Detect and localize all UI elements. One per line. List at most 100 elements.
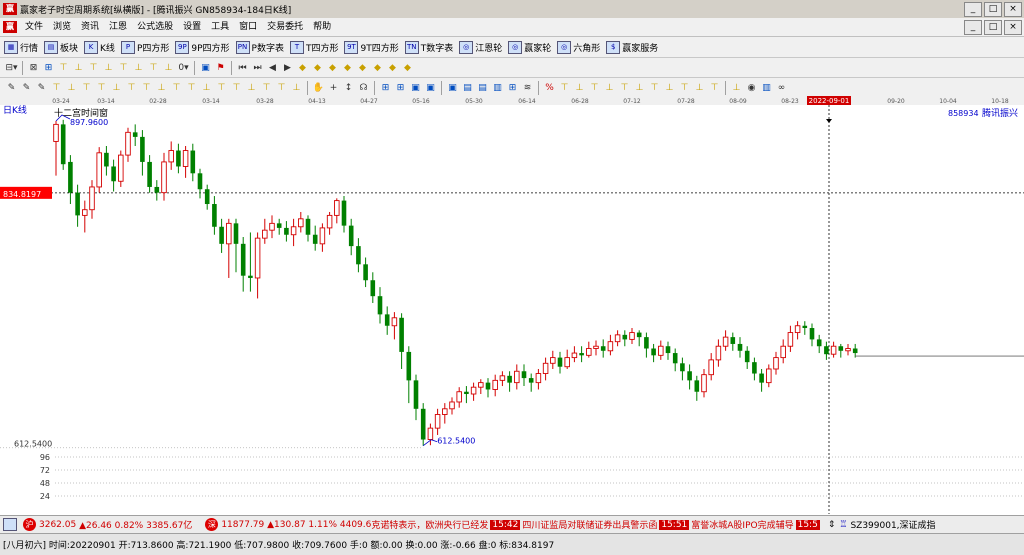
toolbar3-tool-6-icon[interactable]: ⊤ (95, 81, 108, 94)
toolbar3-tool-34-icon[interactable]: % (543, 81, 556, 94)
toolbar3-tool-40-icon[interactable]: ⊥ (633, 81, 646, 94)
ticker-right-code[interactable]: SZ399001,深证成指 (850, 518, 935, 531)
toolbar-button-12[interactable]: $ 赢家服务 (606, 40, 658, 54)
toolbar2-tool-8-icon[interactable]: ⊥ (132, 61, 145, 74)
toolbar3-tool-24-icon[interactable]: ⊞ (379, 81, 392, 94)
toolbar3-tool-37-icon[interactable]: ⊤ (588, 81, 601, 94)
toolbar3-tool-33-icon[interactable]: ≋ (521, 81, 534, 94)
toolbar2-tool-14-icon[interactable]: ⏮ (236, 61, 249, 74)
toolbar3-tool-28-icon[interactable]: ▣ (446, 81, 459, 94)
toolbar2-tool-11-icon[interactable]: 0▾ (177, 61, 190, 74)
toolbar2-tool-9-icon[interactable]: ⊤ (147, 61, 160, 74)
toolbar3-tool-7-icon[interactable]: ⊥ (110, 81, 123, 94)
toolbar-button-0[interactable]: ▦ 行情 (4, 40, 38, 54)
toolbar3-tool-4-icon[interactable]: ⊥ (65, 81, 78, 94)
toolbar2-tool-19-icon[interactable]: ◆ (311, 61, 324, 74)
maximize-button[interactable]: □ (984, 2, 1002, 17)
toolbar-button-9[interactable]: ◎ 江恩轮 (459, 40, 502, 54)
toolbar3-tool-20-icon[interactable]: ✋ (312, 81, 325, 94)
kline-chart-area[interactable]: 96 72 48 24 834.8197 897.9600 612.5400 612.5400… (0, 104, 1024, 514)
toolbar-button-5[interactable]: PN P数字表 (235, 40, 284, 54)
toolbar2-tool-0-icon[interactable]: ⊟▾ (5, 61, 18, 74)
menu-item-8[interactable]: 交易委托 (262, 18, 308, 36)
toolbar3-tool-18-icon[interactable]: ⊤ (275, 81, 288, 94)
toolbar3-tool-15-icon[interactable]: ⊤ (230, 81, 243, 94)
toolbar2-tool-25-icon[interactable]: ◆ (401, 61, 414, 74)
toolbar3-tool-25-icon[interactable]: ⊞ (394, 81, 407, 94)
toolbar3-tool-17-icon[interactable]: ⊤ (260, 81, 273, 94)
toolbar2-tool-4-icon[interactable]: ⊥ (72, 61, 85, 74)
toolbar3-tool-42-icon[interactable]: ⊥ (663, 81, 676, 94)
toolbar2-tool-7-icon[interactable]: ⊤ (117, 61, 130, 74)
kline-chart-svg[interactable]: 96 72 48 24 834.8197 897.9600 612.5400 612.5400… (0, 104, 1024, 514)
toolbar3-tool-36-icon[interactable]: ⊥ (573, 81, 586, 94)
menu-item-5[interactable]: 设置 (178, 18, 206, 36)
toolbar3-tool-26-icon[interactable]: ▣ (409, 81, 422, 94)
menu-item-3[interactable]: 江恩 (104, 18, 132, 36)
toolbar2-tool-24-icon[interactable]: ◆ (386, 61, 399, 74)
toolbar3-tool-22-icon[interactable]: ↕ (342, 81, 355, 94)
toolbar-button-11[interactable]: ◎ 六角形 (557, 40, 600, 54)
doc-minimize-button[interactable]: _ (964, 20, 982, 35)
toolbar3-tool-5-icon[interactable]: ⊤ (80, 81, 93, 94)
toolbar2-tool-2-icon[interactable]: ⊞ (42, 61, 55, 74)
close-button[interactable]: × (1004, 2, 1022, 17)
menu-item-0[interactable]: 文件 (20, 18, 48, 36)
menu-item-9[interactable]: 帮助 (308, 18, 336, 36)
toolbar3-tool-23-icon[interactable]: ☊ (357, 81, 370, 94)
toolbar3-tool-9-icon[interactable]: ⊤ (140, 81, 153, 94)
news-item-2[interactable]: 四川证监局对联储证券出具警示函 (522, 518, 657, 531)
menu-item-1[interactable]: 浏览 (48, 18, 76, 36)
toolbar3-tool-31-icon[interactable]: ▥ (491, 81, 504, 94)
news-item-1[interactable]: 克诺特表示，欧洲央行已经发 (371, 518, 488, 531)
toolbar3-tool-14-icon[interactable]: ⊤ (215, 81, 228, 94)
toolbar3-tool-27-icon[interactable]: ▣ (424, 81, 437, 94)
toolbar3-tool-8-icon[interactable]: ⊤ (125, 81, 138, 94)
toolbar3-tool-45-icon[interactable]: ⊤ (708, 81, 721, 94)
toolbar3-tool-39-icon[interactable]: ⊤ (618, 81, 631, 94)
shanghai-index-icon[interactable]: 沪 (23, 518, 36, 531)
toolbar2-tool-17-icon[interactable]: ▶ (281, 61, 294, 74)
doc-close-button[interactable]: × (1004, 20, 1022, 35)
toolbar3-tool-3-icon[interactable]: ⊤ (50, 81, 63, 94)
toolbar2-tool-22-icon[interactable]: ◆ (356, 61, 369, 74)
toolbar2-tool-23-icon[interactable]: ◆ (371, 61, 384, 74)
toolbar-button-3[interactable]: P P四方形 (120, 40, 169, 54)
toolbar3-tool-38-icon[interactable]: ⊥ (603, 81, 616, 94)
toolbar2-tool-12-icon[interactable]: ▣ (199, 61, 212, 74)
menu-item-7[interactable]: 窗口 (234, 18, 262, 36)
toolbar2-tool-21-icon[interactable]: ◆ (341, 61, 354, 74)
shenzhen-index-icon[interactable]: 深 (205, 518, 219, 531)
toolbar3-tool-46-icon[interactable]: ⊥ (730, 81, 743, 94)
toolbar2-tool-5-icon[interactable]: ⊤ (87, 61, 100, 74)
toolbar3-tool-41-icon[interactable]: ⊤ (648, 81, 661, 94)
toolbar-button-7[interactable]: 9T 9T四方形 (344, 40, 399, 54)
menu-item-6[interactable]: 工具 (206, 18, 234, 36)
minimize-button[interactable]: _ (964, 2, 982, 17)
toolbar3-tool-47-icon[interactable]: ◉ (745, 81, 758, 94)
news-item-3[interactable]: 富誉冰城A股IPO完成辅导 (691, 518, 793, 531)
toolbar-button-8[interactable]: TN T数字表 (404, 40, 453, 54)
toolbar2-tool-13-icon[interactable]: ⚑ (214, 61, 227, 74)
toolbar2-tool-16-icon[interactable]: ◀ (266, 61, 279, 74)
toolbar-button-10[interactable]: ◎ 赢家轮 (508, 40, 551, 54)
toolbar3-tool-44-icon[interactable]: ⊥ (693, 81, 706, 94)
toolbar3-tool-13-icon[interactable]: ⊥ (200, 81, 213, 94)
menu-item-2[interactable]: 资讯 (76, 18, 104, 36)
toolbar3-tool-12-icon[interactable]: ⊤ (185, 81, 198, 94)
toolbar2-tool-15-icon[interactable]: ⏭ (251, 61, 264, 74)
toolbar3-tool-0-icon[interactable]: ✎ (5, 81, 18, 94)
toolbar-button-6[interactable]: T T四方形 (289, 40, 338, 54)
toolbar2-tool-1-icon[interactable]: ⊠ (27, 61, 40, 74)
toolbar3-tool-2-icon[interactable]: ✎ (35, 81, 48, 94)
toolbar3-tool-21-icon[interactable]: + (327, 81, 340, 94)
menu-item-4[interactable]: 公式选股 (132, 18, 178, 36)
toolbar3-tool-1-icon[interactable]: ✎ (20, 81, 33, 94)
toolbar3-tool-43-icon[interactable]: ⊤ (678, 81, 691, 94)
toolbar3-tool-30-icon[interactable]: ▤ (476, 81, 489, 94)
toolbar3-tool-48-icon[interactable]: ▥ (760, 81, 773, 94)
toolbar3-tool-29-icon[interactable]: ▤ (461, 81, 474, 94)
toolbar-button-4[interactable]: 9P 9P四方形 (175, 40, 230, 54)
toolbar3-tool-10-icon[interactable]: ⊥ (155, 81, 168, 94)
toolbar3-tool-11-icon[interactable]: ⊤ (170, 81, 183, 94)
